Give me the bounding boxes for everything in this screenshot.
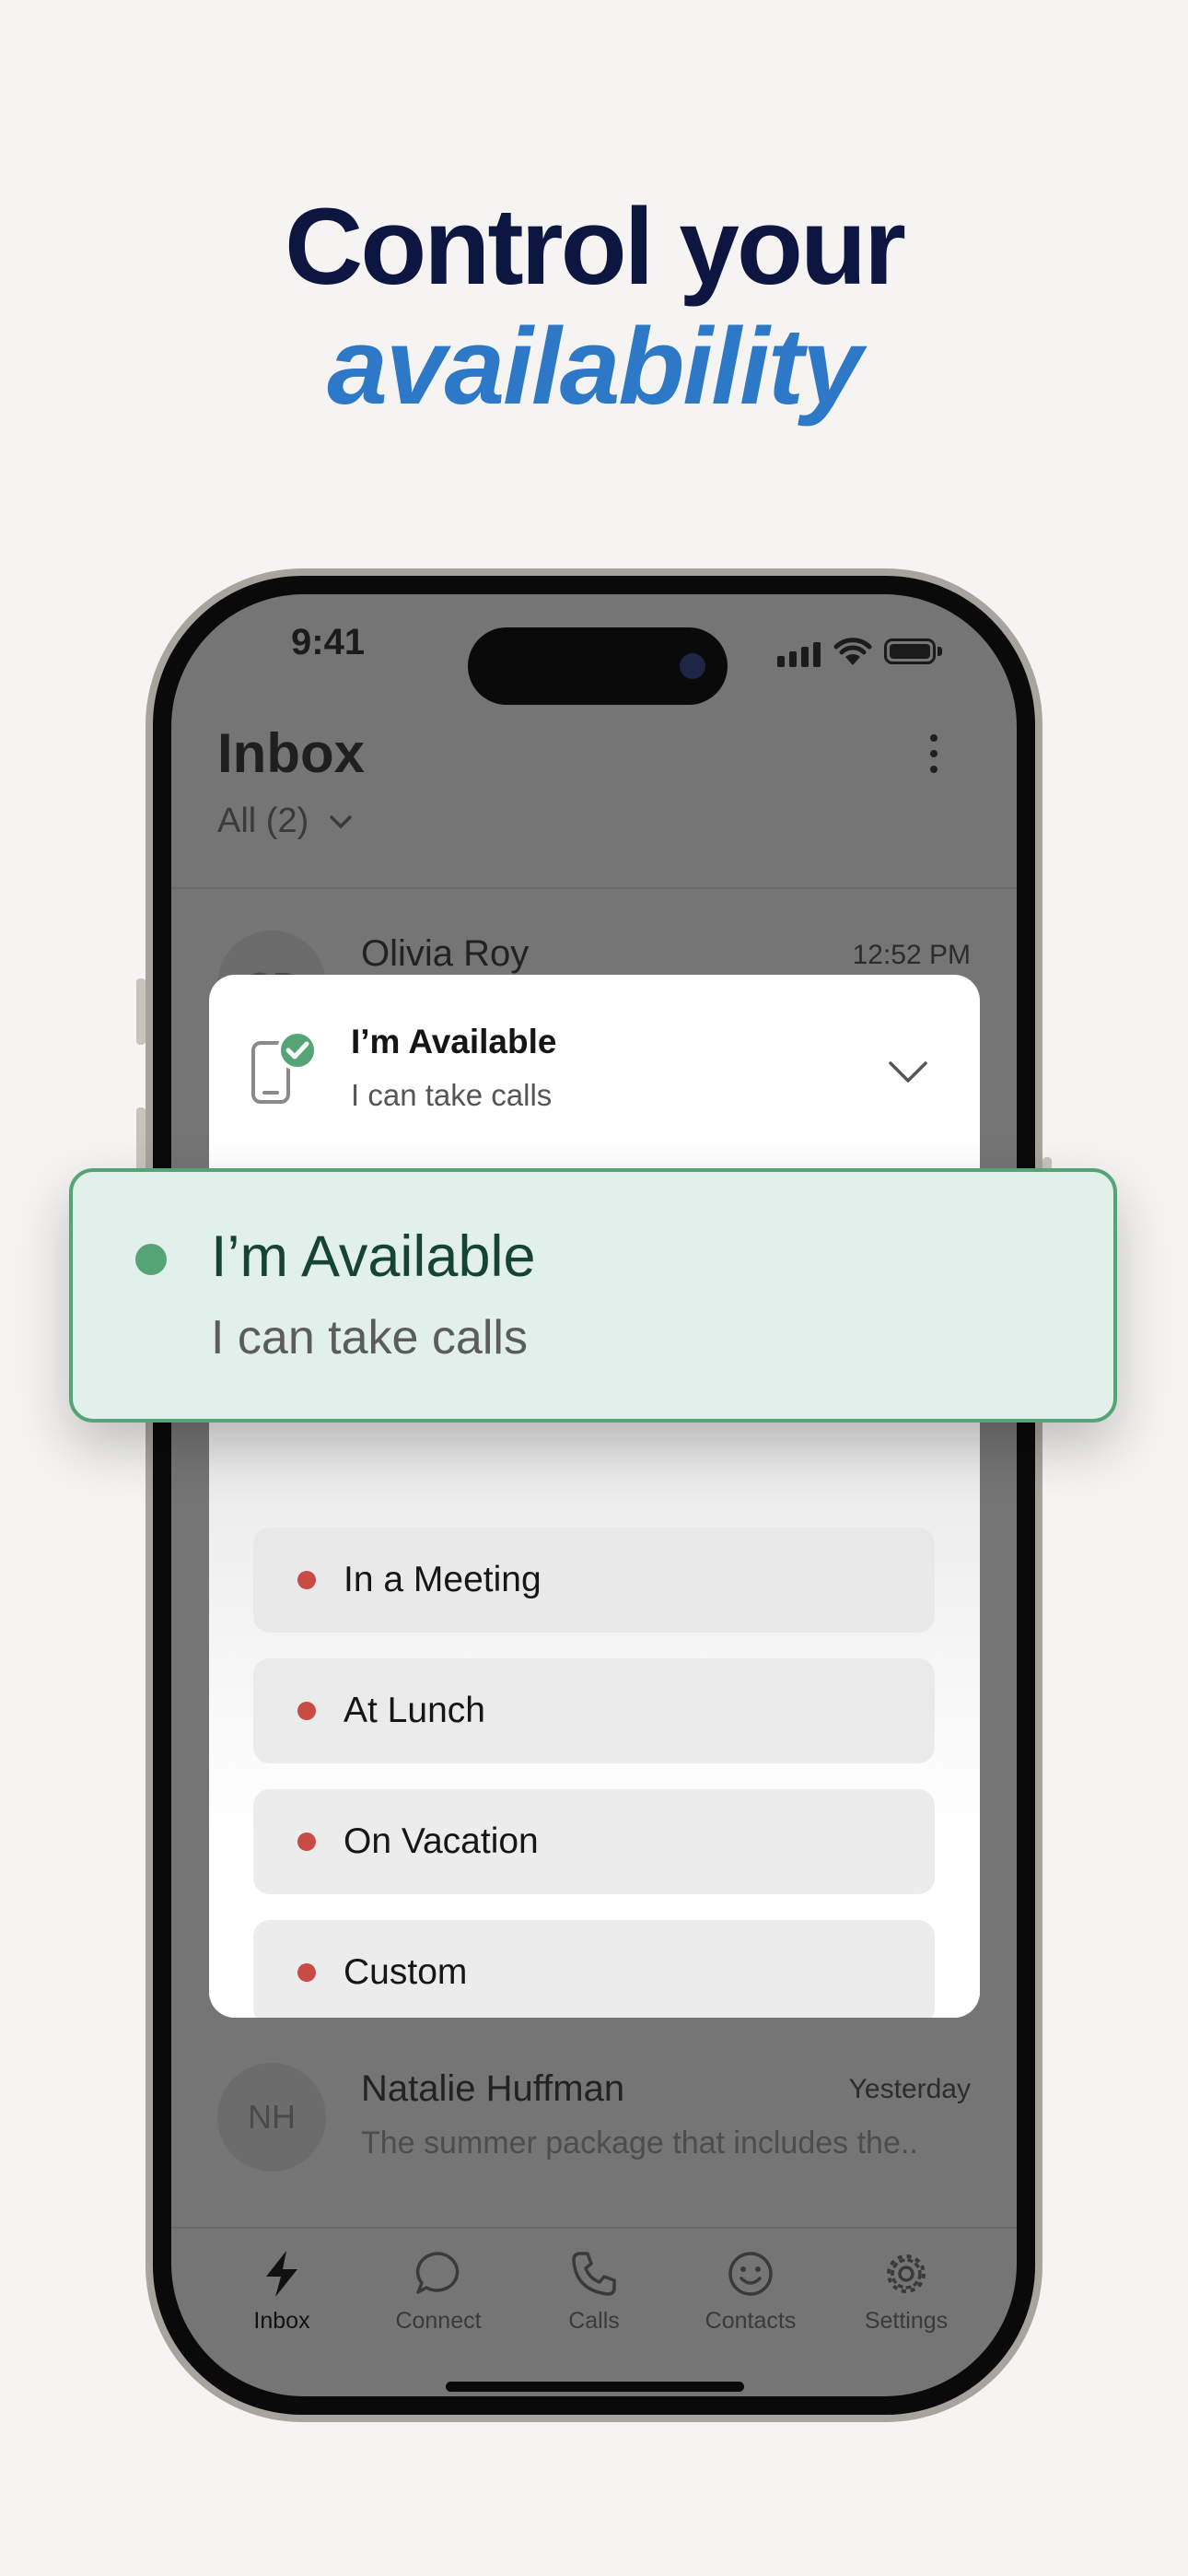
- tab-connect[interactable]: Connect: [369, 2249, 507, 2335]
- tab-connect-label: Connect: [395, 2308, 482, 2334]
- tab-inbox-label: Inbox: [253, 2308, 310, 2334]
- tab-inbox[interactable]: Inbox: [213, 2249, 351, 2335]
- option-label: At Lunch: [344, 1691, 485, 1730]
- conversation-time: 12:52 PM: [852, 940, 971, 970]
- status-dot: [297, 1571, 316, 1589]
- battery-tip: [938, 647, 942, 656]
- option-custom[interactable]: Custom: [253, 1920, 935, 2018]
- avatar: NH: [217, 2063, 326, 2172]
- availability-modal: I’m Available I can take calls In a Meet…: [209, 975, 980, 2018]
- tab-contacts[interactable]: Contacts: [681, 2249, 820, 2335]
- conversation-name: Natalie Huffman: [361, 2068, 625, 2109]
- option-label: In a Meeting: [344, 1560, 542, 1599]
- chat-bubble-icon: [415, 2252, 460, 2294]
- inbox-filter-dropdown[interactable]: All (2): [217, 802, 353, 841]
- modal-options-area: In a Meeting At Lunch On Vacation Custom: [209, 1417, 980, 2018]
- modal-current-title: I’m Available: [351, 1023, 557, 1060]
- selected-option-subtitle: I can take calls: [211, 1311, 528, 1364]
- status-dot: [297, 1702, 316, 1720]
- tab-settings-label: Settings: [864, 2308, 949, 2334]
- headline-line2: availability: [327, 306, 862, 427]
- headline-line1: Control your: [285, 186, 906, 308]
- option-label: On Vacation: [344, 1821, 539, 1861]
- tab-settings[interactable]: Settings: [837, 2249, 975, 2335]
- more-options-icon[interactable]: [925, 734, 943, 781]
- battery-icon: [884, 638, 936, 664]
- wifi-icon: [833, 638, 872, 665]
- option-label: Custom: [344, 1952, 468, 1992]
- chevron-down-icon[interactable]: [887, 1058, 929, 1085]
- inbox-filter-label: All (2): [217, 802, 309, 840]
- conversation-preview: The summer package that includes the..: [361, 2125, 918, 2160]
- status-time: 9:41: [291, 622, 366, 662]
- phone-icon: [572, 2252, 616, 2296]
- divider: [171, 887, 1017, 889]
- phone-check-icon: [251, 1030, 318, 1104]
- option-at-lunch[interactable]: At Lunch: [253, 1658, 935, 1763]
- dynamic-island: [468, 627, 728, 705]
- smiley-icon: [728, 2252, 773, 2296]
- tab-calls[interactable]: Calls: [525, 2249, 663, 2335]
- bolt-icon: [266, 2251, 297, 2297]
- available-status-dot: [135, 1244, 167, 1275]
- phone-side-button: [136, 978, 146, 1045]
- modal-current-subtitle: I can take calls: [351, 1078, 553, 1112]
- option-in-a-meeting[interactable]: In a Meeting: [253, 1528, 935, 1633]
- selected-option-card[interactable]: I’m Available I can take calls: [69, 1168, 1117, 1423]
- selected-option-title: I’m Available: [211, 1224, 536, 1289]
- gear-icon: [887, 2254, 926, 2293]
- tab-bar: Inbox Connect Calls Contacts Settings: [171, 2227, 1017, 2396]
- status-dot: [297, 1963, 316, 1982]
- conversation-time: Yesterday: [848, 2074, 971, 2104]
- tab-calls-label: Calls: [568, 2308, 620, 2334]
- home-indicator: [446, 2382, 744, 2392]
- cellular-signal-icon: [777, 642, 821, 667]
- inbox-title: Inbox: [217, 722, 365, 784]
- chevron-down-icon: [330, 814, 352, 828]
- status-dot: [297, 1832, 316, 1851]
- conversation-name: Olivia Roy: [361, 933, 530, 974]
- front-camera: [680, 653, 705, 679]
- tab-contacts-label: Contacts: [705, 2308, 797, 2334]
- option-on-vacation[interactable]: On Vacation: [253, 1789, 935, 1894]
